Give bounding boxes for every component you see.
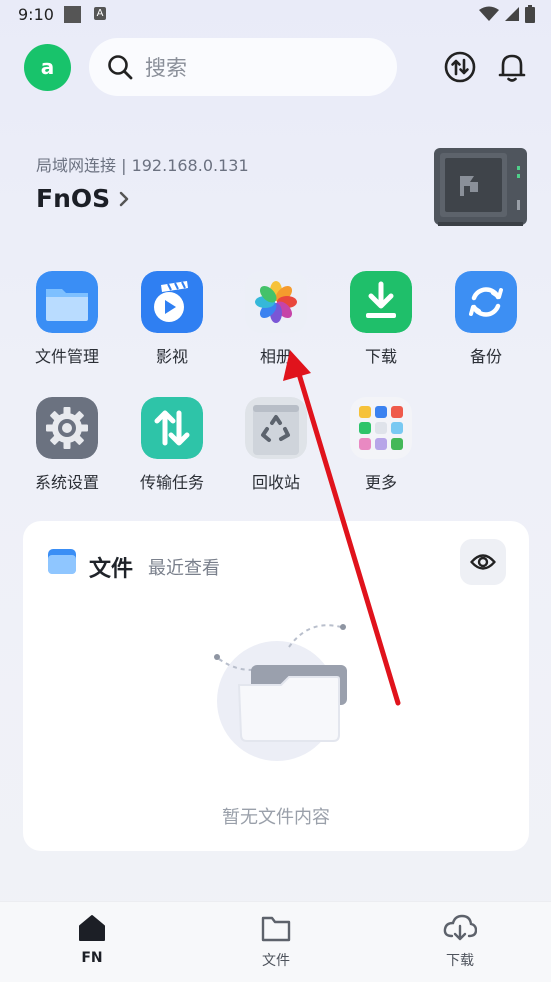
bottom-navigation: FN 文件 下载: [0, 901, 551, 982]
annotation-arrow: [283, 350, 401, 706]
home-icon: [79, 915, 105, 941]
tab-files[interactable]: 文件: [236, 914, 316, 970]
tab-download[interactable]: 下载: [420, 914, 500, 970]
tab-label: FN: [81, 950, 103, 966]
folder-outline-icon: [261, 916, 291, 942]
tab-fn[interactable]: FN: [52, 914, 132, 966]
tab-label: 文件: [262, 953, 290, 969]
cloud-download-icon: [443, 914, 478, 941]
tab-label: 下载: [446, 953, 474, 969]
